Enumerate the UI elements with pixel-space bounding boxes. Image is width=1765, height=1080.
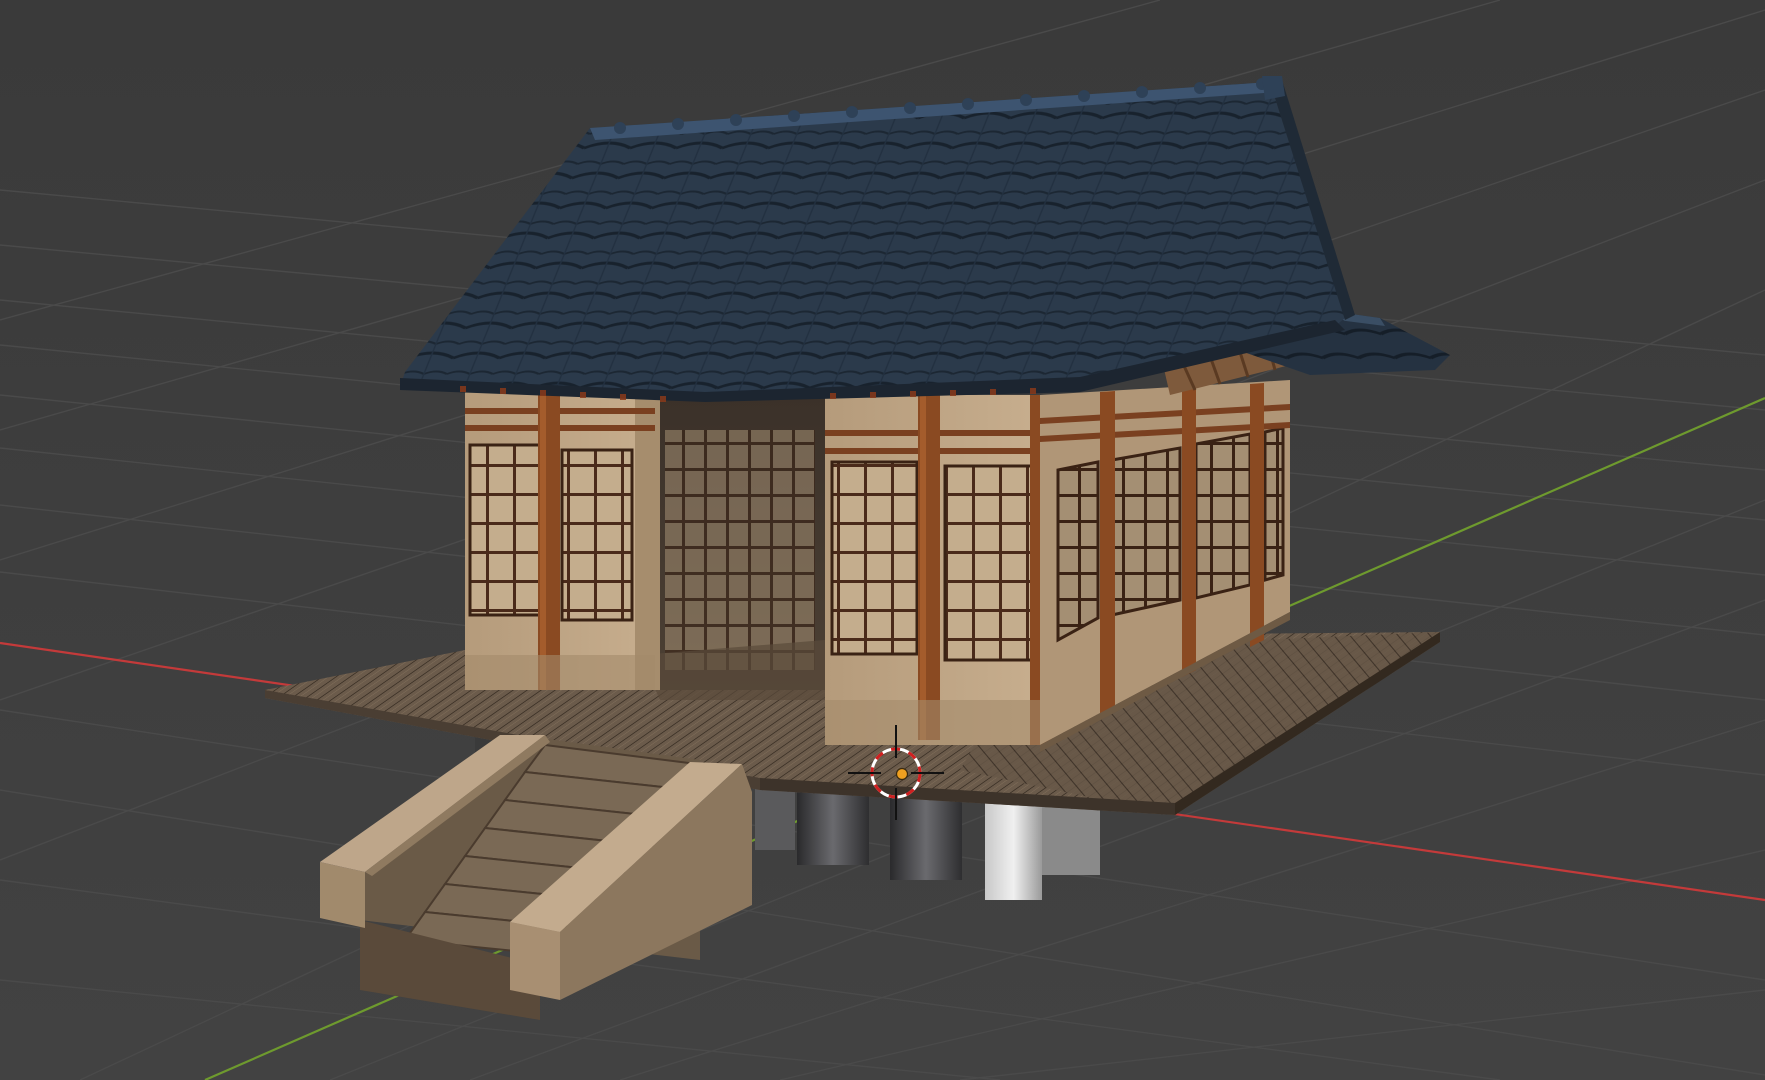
viewport-canvas[interactable] [0, 0, 1765, 1080]
object-origin-icon [895, 767, 909, 781]
front-wall-left [465, 385, 660, 690]
interior-screens [665, 430, 815, 670]
3d-viewport[interactable] [0, 0, 1765, 1080]
front-wall-right [825, 395, 1052, 745]
